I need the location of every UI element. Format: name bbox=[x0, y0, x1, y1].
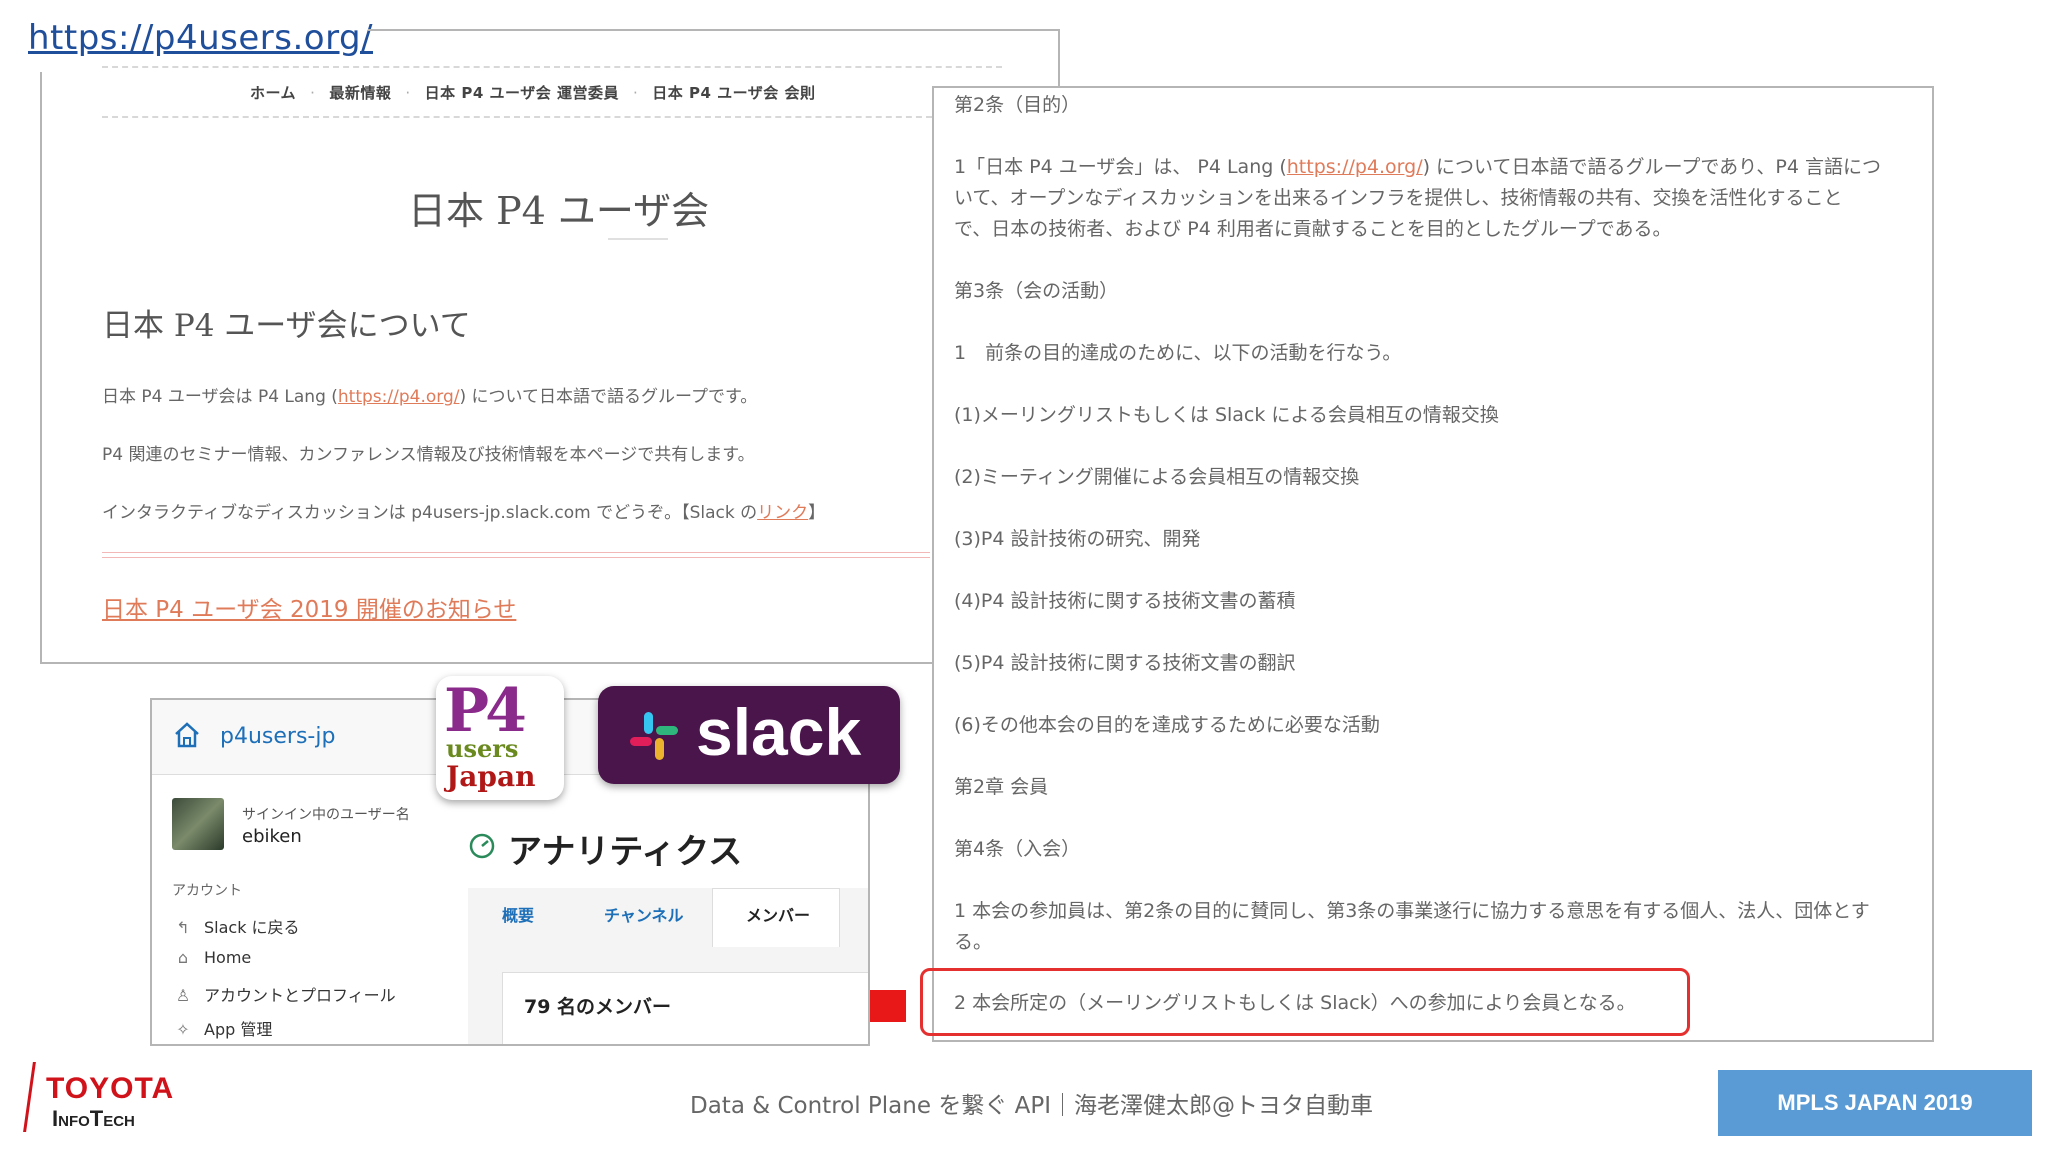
website-panel bbox=[40, 72, 944, 664]
nav-news[interactable]: 最新情報 bbox=[329, 84, 391, 102]
nav-home[interactable]: ホーム bbox=[250, 84, 296, 102]
tab-channels[interactable]: チャンネル bbox=[604, 902, 684, 926]
slack-wordmark: slack bbox=[696, 695, 862, 769]
article2-line1: 1「日本 P4 ユーザ会」は、 P4 Lang (https://p4.org/… bbox=[954, 156, 1881, 178]
menu-back-to-slack[interactable]: ↰ Slack に戻る bbox=[172, 914, 299, 938]
p4-org-link[interactable]: https://p4.org/ bbox=[338, 387, 460, 407]
conference-badge-text: MPLS JAPAN 2019 bbox=[1777, 1090, 1973, 1115]
site-title: 日本 P4 ユーザ会 bbox=[408, 189, 710, 233]
news-link[interactable]: 日本 P4 ユーザ会 2019 開催のお知らせ bbox=[102, 590, 516, 624]
article2-line2: いて、オープンなディスカッションを出来るインフラを提供し、技術情報の共有、交換を… bbox=[954, 187, 1843, 209]
activity-item-1: (1)メーリングリストもしくは Slack による会員相互の情報交換 bbox=[954, 404, 1499, 426]
username: ebiken bbox=[242, 826, 302, 847]
title-underline bbox=[608, 238, 668, 240]
menu-home[interactable]: ⌂ Home bbox=[172, 948, 251, 967]
website-frame-top bbox=[368, 29, 1060, 31]
menu-app-management[interactable]: ✧ App 管理 bbox=[172, 1016, 272, 1040]
highlight-box bbox=[920, 968, 1690, 1036]
logo-infotech: InfoTech bbox=[52, 1106, 135, 1131]
about-paragraph-1: 日本 P4 ユーザ会は P4 Lang (https://p4.org/) につ… bbox=[102, 387, 758, 407]
tab-overview[interactable]: 概要 bbox=[502, 902, 534, 926]
nav-committee[interactable]: 日本 P4 ユーザ会 運営委員 bbox=[425, 84, 619, 102]
top-url-link[interactable]: https://p4users.org/ bbox=[28, 18, 373, 58]
logo-accent-bar bbox=[23, 1062, 36, 1132]
slack-logo: slack bbox=[598, 686, 900, 784]
p4-users-japan-logo: P4 users Japan bbox=[436, 676, 564, 800]
p4-logo-users: users bbox=[446, 734, 519, 763]
activity-item-2: (2)ミーティング開催による会員相互の情報交換 bbox=[954, 466, 1360, 488]
about-paragraph-3: インタラクティブなディスカッションは p4users-jp.slack.com … bbox=[102, 503, 826, 523]
activity-item-6: (6)その他本会の目的を達成するために必要な活動 bbox=[954, 714, 1380, 736]
p4-logo-japan: Japan bbox=[446, 760, 536, 793]
slack-invite-link[interactable]: リンク bbox=[757, 503, 808, 523]
article3-title: 第3条（会の活動） bbox=[954, 280, 1119, 302]
chapter2-title: 第2章 会員 bbox=[954, 776, 1049, 798]
signin-label: サインイン中のユーザー名 bbox=[242, 807, 410, 823]
home-icon[interactable] bbox=[172, 720, 202, 750]
nav-bylaws[interactable]: 日本 P4 ユーザ会 会則 bbox=[652, 84, 815, 102]
nav-divider-top bbox=[102, 66, 1002, 68]
nav-divider-bottom bbox=[102, 116, 932, 118]
back-arrow-icon: ↰ bbox=[176, 918, 190, 937]
article3-line1: 1 前条の目的達成のために、以下の活動を行なう。 bbox=[954, 342, 1402, 364]
footer-text: Data & Control Plane を繋ぐ API｜海老澤健太郎@トヨタ自… bbox=[690, 1093, 1374, 1119]
article4-title: 第4条（入会） bbox=[954, 838, 1081, 860]
section-divider bbox=[102, 552, 930, 558]
article2-title: 第2条（目的） bbox=[954, 94, 1081, 116]
site-nav: ホーム · 最新情報 · 日本 P4 ユーザ会 運営委員 · 日本 P4 ユーザ会 会則 bbox=[250, 84, 816, 102]
analytics-title: アナリティクス bbox=[508, 832, 743, 872]
article2-line3: で、日本の技術者、および P4 利用者に貢献することを目的としたグループである。 bbox=[954, 218, 1672, 240]
members-count: 79 名のメンバー bbox=[524, 996, 672, 1018]
person-icon: ♙ bbox=[175, 986, 191, 1005]
account-section-label: アカウント bbox=[172, 883, 242, 899]
activity-item-5: (5)P4 設計技術に関する技術文書の翻訳 bbox=[954, 652, 1296, 674]
conference-badge: MPLS JAPAN 2019 bbox=[1718, 1070, 2032, 1136]
bylaws-p4-org-link[interactable]: https://p4.org/ bbox=[1287, 156, 1423, 178]
app-icon: ✧ bbox=[176, 1020, 190, 1039]
article4-line2: る。 bbox=[954, 931, 993, 953]
article4-line1: 1 本会の参加員は、第2条の目的に賛同し、第3条の事業遂行に協力する意思を有する… bbox=[954, 900, 1870, 922]
analytics-gauge-icon bbox=[469, 833, 495, 859]
menu-account-profile[interactable]: ♙ アカウントとプロフィール bbox=[172, 982, 396, 1006]
home-outline-icon: ⌂ bbox=[177, 948, 189, 967]
slack-hash-icon bbox=[630, 712, 678, 760]
activity-item-3: (3)P4 設計技術の研究、開発 bbox=[954, 528, 1201, 550]
activity-item-4: (4)P4 設計技術に関する技術文書の蓄積 bbox=[954, 590, 1296, 612]
website-frame-right bbox=[1058, 29, 1060, 89]
avatar bbox=[172, 798, 224, 850]
company-logo: TOYOTA InfoTech bbox=[23, 1058, 204, 1138]
workspace-name[interactable]: p4users-jp bbox=[220, 724, 335, 749]
about-heading: 日本 P4 ユーザ会について bbox=[102, 308, 471, 344]
tab-members[interactable]: メンバー bbox=[746, 902, 810, 926]
about-paragraph-2: P4 関連のセミナー情報、カンファレンス情報及び技術情報を本ページで共有します。 bbox=[102, 445, 755, 465]
logo-toyota: TOYOTA bbox=[46, 1072, 175, 1105]
